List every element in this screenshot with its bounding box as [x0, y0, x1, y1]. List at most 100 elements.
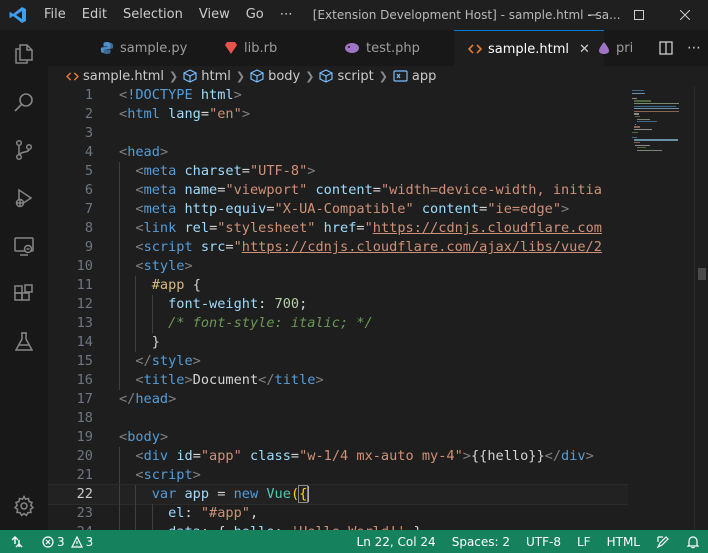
code-line[interactable]: 24 data: { hello: 'Hello World!' },	[48, 523, 628, 530]
code-line[interactable]: 20 <div id="app" class="w-1/4 mx-auto my…	[48, 447, 628, 466]
feedback-icon[interactable]	[648, 535, 678, 549]
search-icon[interactable]	[0, 78, 48, 126]
cursor-position[interactable]: Ln 22, Col 24	[349, 535, 444, 549]
line-code: <meta name="viewport" content="width=dev…	[135, 182, 602, 198]
code-line[interactable]: 5 <meta charset="UTF-8">	[48, 162, 628, 181]
code-line[interactable]: 15 </style>	[48, 352, 628, 371]
line-code: <html lang="en">	[119, 106, 250, 122]
line-number: 11	[76, 277, 93, 293]
problems-indicator[interactable]: 3 3	[34, 535, 101, 549]
code-line[interactable]: 1 <!DOCTYPE html>	[48, 86, 628, 105]
tab-lib-rb[interactable]: lib.rb	[224, 30, 277, 66]
breadcrumb-html[interactable]: html	[183, 69, 231, 84]
code-line[interactable]: 18	[48, 409, 628, 428]
code-line[interactable]: 4 <head>	[48, 143, 628, 162]
element-icon	[250, 69, 264, 83]
menu-item[interactable]: File	[36, 0, 74, 30]
remote-indicator[interactable]	[0, 530, 34, 553]
breadcrumb-body[interactable]: body	[250, 69, 300, 84]
chevron-right-icon: ❯	[235, 69, 246, 83]
close-icon[interactable]: ✕	[579, 42, 590, 57]
code-line[interactable]: 13 /* font-style: italic; */	[48, 314, 628, 333]
html-icon	[66, 71, 79, 82]
tab-pri[interactable]: pri	[598, 30, 633, 66]
window-controls	[570, 0, 708, 30]
code-line[interactable]: 2 <html lang="en">	[48, 105, 628, 124]
drop-icon	[598, 41, 610, 55]
line-number: 21	[76, 467, 93, 483]
end-of-line[interactable]: LF	[569, 535, 599, 549]
line-code: <link rel="stylesheet" href="https://cdn…	[135, 220, 602, 236]
minimap[interactable]	[628, 86, 694, 530]
code-line[interactable]: 17 </head>	[48, 390, 628, 409]
more-actions-icon[interactable]: ⋯	[680, 40, 708, 56]
encoding[interactable]: UTF-8	[518, 535, 569, 549]
code-line[interactable]: 23 el: "#app",	[48, 504, 628, 523]
code-line[interactable]: 11 #app {	[48, 276, 628, 295]
line-number: 1	[84, 87, 93, 103]
indentation[interactable]: Spaces: 2	[444, 535, 518, 549]
settings-gear-icon[interactable]	[0, 482, 48, 530]
breadcrumb-app[interactable]: app	[393, 69, 436, 84]
testing-icon[interactable]	[0, 318, 48, 366]
minimap-line	[632, 92, 645, 94]
error-count: 3	[57, 534, 65, 549]
code-line-current[interactable]: 22 var app = new Vue({	[48, 484, 628, 505]
breadcrumb-file[interactable]: sample.html	[66, 69, 164, 84]
menu-item[interactable]: ⋯	[272, 0, 301, 30]
minimap-line	[632, 90, 644, 92]
minimap-line	[633, 113, 640, 115]
menu-item[interactable]: Edit	[74, 0, 115, 30]
line-number: 9	[84, 239, 93, 255]
code-line[interactable]: 12 font-weight: 700;	[48, 295, 628, 314]
line-number: 5	[84, 163, 93, 179]
tab-sample-py[interactable]: sample.py	[100, 30, 187, 66]
code-line[interactable]: 9 <script src="https://cdnjs.cloudflare.…	[48, 238, 628, 257]
line-code: <body>	[119, 429, 169, 445]
minimap-line	[635, 116, 640, 118]
explorer-icon[interactable]	[0, 30, 48, 78]
split-editor-icon[interactable]	[652, 41, 680, 55]
notifications-bell-icon[interactable]	[678, 535, 708, 549]
menu-item[interactable]: Go	[238, 0, 272, 30]
line-number: 19	[76, 429, 93, 445]
code-line[interactable]: 16 <title>Document</title>	[48, 371, 628, 390]
remote-explorer-icon[interactable]	[0, 222, 48, 270]
maximize-button[interactable]	[616, 0, 662, 30]
vertical-scrollbar[interactable]	[694, 86, 708, 530]
tab-test-php[interactable]: test.php	[344, 30, 420, 66]
warning-count: 3	[85, 534, 94, 549]
close-window-button[interactable]	[662, 0, 708, 30]
run-debug-icon[interactable]	[0, 174, 48, 222]
line-number: 20	[76, 448, 93, 464]
code-line[interactable]: 3	[48, 124, 628, 143]
source-control-icon[interactable]	[0, 126, 48, 174]
code-line[interactable]: 7 <meta http-equiv="X-UA-Compatible" con…	[48, 200, 628, 219]
line-code: var app = new Vue({	[151, 485, 310, 503]
code-line[interactable]: 14 }	[48, 333, 628, 352]
code-line[interactable]: 6 <meta name="viewport" content="width=d…	[48, 181, 628, 200]
breadcrumb-script[interactable]: script	[319, 69, 374, 84]
element-icon	[183, 69, 197, 83]
line-number: 2	[84, 106, 93, 122]
code-line[interactable]: 19 <body>	[48, 428, 628, 447]
menu-item[interactable]: Selection	[115, 0, 191, 30]
minimize-button[interactable]	[570, 0, 616, 30]
code-line[interactable]: 8 <link rel="stylesheet" href="https://c…	[48, 219, 628, 238]
warning-icon	[70, 535, 83, 548]
language-mode[interactable]: HTML	[599, 535, 648, 549]
tab-label: lib.rb	[244, 40, 278, 56]
line-code: <meta charset="UTF-8">	[135, 163, 316, 179]
php-icon	[344, 42, 360, 54]
extensions-icon[interactable]	[0, 270, 48, 318]
tab-sample-html[interactable]: sample.html ✕	[454, 30, 604, 67]
code-line[interactable]: 10 <style>	[48, 257, 628, 276]
code-editor[interactable]: 1 <!DOCTYPE html> 2 <html lang="en"> 3 4 <head…	[48, 86, 628, 530]
minimap-line	[633, 105, 676, 107]
menu-item[interactable]: View	[191, 0, 238, 30]
code-line[interactable]: 21 <script>	[48, 466, 628, 485]
error-icon	[42, 535, 54, 548]
minimap-line	[636, 118, 651, 120]
editor-tabs: sample.py lib.rb test.php sample.html ✕ …	[48, 30, 708, 67]
scrollbar-thumb[interactable]	[698, 268, 706, 280]
